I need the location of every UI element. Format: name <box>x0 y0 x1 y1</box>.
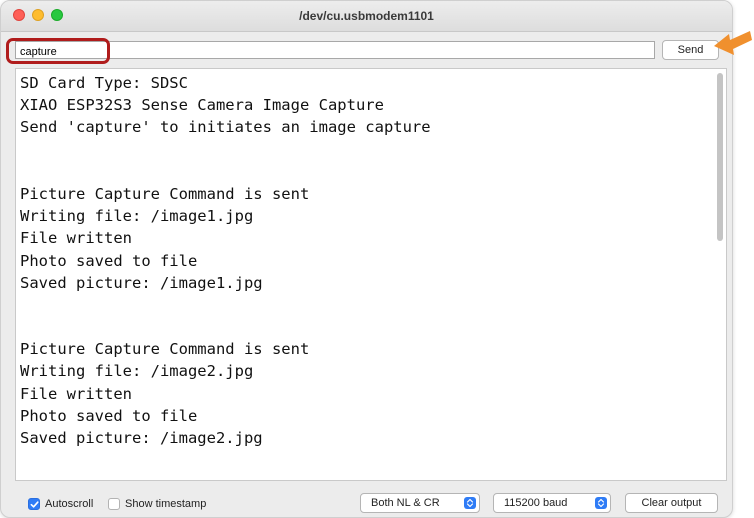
output-line: Saved picture: /image2.jpg <box>20 429 263 447</box>
output-line: Picture Capture Command is sent <box>20 340 310 359</box>
serial-monitor-window: /dev/cu.usbmodem1101 Send SD Card Type: … <box>0 0 733 518</box>
clear-output-button[interactable]: Clear output <box>625 493 718 513</box>
output-line: Saved picture: /image1.jpg <box>20 273 263 292</box>
show-timestamp-checkbox[interactable] <box>108 498 120 510</box>
show-timestamp-label: Show timestamp <box>125 498 207 510</box>
output-line: File written <box>20 229 132 248</box>
output-line: Photo saved to file <box>20 406 198 425</box>
output-line: Send 'capture' to initiates an image cap… <box>20 118 431 137</box>
output-line: Picture Capture Command is sent <box>20 184 310 203</box>
arrow-pointing-to-send-icon <box>714 31 752 55</box>
updown-chevron-icon <box>595 497 607 509</box>
output-line: SD Card Type: SDSC <box>20 74 188 92</box>
title-bar: /dev/cu.usbmodem1101 <box>1 1 732 32</box>
send-button[interactable]: Send <box>662 40 719 60</box>
checkmark-icon <box>30 500 39 508</box>
line-ending-value: Both NL & CR <box>371 497 440 509</box>
output-line: File written <box>20 384 132 403</box>
output-lines: SD Card Type: SDSC XIAO ESP32S3 Sense Cam… <box>20 72 431 449</box>
output-line: Writing file: /image2.jpg <box>20 362 254 381</box>
updown-chevron-icon <box>464 497 476 509</box>
output-line: Photo saved to file <box>20 251 198 270</box>
serial-output-area[interactable]: SD Card Type: SDSC XIAO ESP32S3 Sense Cam… <box>15 68 727 481</box>
baud-rate-value: 115200 baud <box>504 497 568 509</box>
message-input[interactable] <box>16 44 654 60</box>
autoscroll-label: Autoscroll <box>45 498 94 510</box>
autoscroll-checkbox[interactable] <box>28 498 40 510</box>
output-line: Writing file: /image1.jpg <box>20 207 254 226</box>
baud-rate-select[interactable]: 115200 baud <box>493 493 611 513</box>
message-input-wrapper <box>15 41 655 60</box>
input-highlight-box <box>6 38 110 64</box>
line-ending-select[interactable]: Both NL & CR <box>360 493 480 513</box>
status-bar: Autoscroll Show timestamp Both NL & CR 1… <box>1 483 732 517</box>
output-scrollbar[interactable] <box>717 73 723 241</box>
output-line: XIAO ESP32S3 Sense Camera Image Capture <box>20 96 384 115</box>
input-toolbar <box>1 31 732 67</box>
window-title: /dev/cu.usbmodem1101 <box>299 9 434 23</box>
